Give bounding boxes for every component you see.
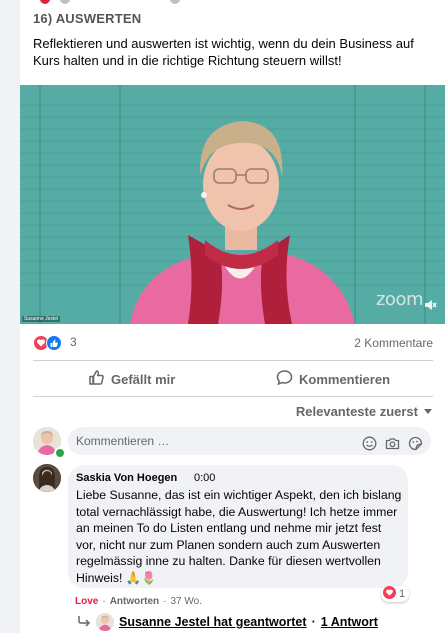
zoom-logo: zoom	[375, 289, 424, 310]
view-replies-link[interactable]: Susanne Jestel hat geantwortet · 1 Antwo…	[77, 613, 378, 631]
online-status-dot	[54, 447, 66, 459]
sort-label: Relevanteste zuerst	[295, 404, 418, 419]
video-player[interactable]: Susanne Jestel zoom	[20, 85, 445, 324]
comment-bubble-icon	[276, 369, 293, 389]
divider	[33, 396, 433, 397]
replies-summary: Susanne Jestel hat geantwortet	[119, 615, 307, 629]
sticker-icon[interactable]	[408, 433, 423, 461]
top-cut-off-shape	[60, 0, 70, 4]
comment-text: Liebe Susanne, das ist ein wichtiger Asp…	[76, 488, 402, 585]
participant-name: Susanne Jestel	[22, 316, 61, 322]
camera-icon[interactable]	[385, 433, 400, 461]
composer-tools	[362, 433, 423, 461]
thumbs-up-icon	[88, 369, 105, 389]
love-link[interactable]: Love	[75, 596, 98, 607]
comment-bubble: Saskia Von Hoegen 0:00 Liebe Susanne, da…	[68, 465, 408, 588]
like-button-label: Gefällt mir	[111, 371, 176, 387]
reactions-row: 3 2 Kommentare	[33, 333, 433, 353]
caret-down-icon	[423, 404, 433, 419]
reaction-count[interactable]: 3	[70, 335, 77, 349]
comment-input-placeholder: Kommentieren …	[76, 434, 170, 448]
comment-button-label: Kommentieren	[299, 371, 391, 387]
comment-button[interactable]: Kommentieren	[276, 368, 390, 390]
comment-video-timestamp[interactable]: 0:00	[194, 472, 215, 484]
comment-actions: Love · Antworten · 37 Wo.	[75, 596, 202, 607]
comment-input[interactable]: Kommentieren …	[68, 427, 431, 455]
post-text: Reflektieren und auswerten ist wichtig, …	[33, 36, 414, 68]
divider	[33, 360, 433, 361]
comment-age[interactable]: 37 Wo.	[170, 596, 202, 607]
section-title: 16) AUSWERTEN	[33, 11, 142, 26]
replies-separator: ·	[311, 615, 316, 629]
comment-reaction-badge[interactable]: 1	[381, 586, 410, 602]
meta-separator: ·	[102, 596, 106, 607]
emoji-icon[interactable]	[362, 433, 377, 461]
top-cut-off-shape	[170, 0, 180, 4]
love-reaction-icon	[383, 586, 396, 602]
post-card: 16) AUSWERTEN Reflektieren und auswerten…	[20, 0, 445, 633]
reply-arrow-icon	[77, 615, 91, 630]
comment-author[interactable]: Saskia Von Hoegen	[76, 472, 177, 484]
mic-muted-icon[interactable]	[423, 298, 437, 312]
comment-count[interactable]: 2 Kommentare	[354, 336, 433, 350]
reply-author-avatar	[96, 613, 114, 631]
reaction-icons[interactable]	[33, 335, 65, 351]
commenter-avatar[interactable]	[33, 464, 61, 492]
comment-sort-dropdown[interactable]: Relevanteste zuerst	[296, 404, 433, 419]
reply-link[interactable]: Antworten	[110, 596, 159, 607]
meta-separator: ·	[163, 596, 167, 607]
comment-reaction-count: 1	[399, 588, 406, 600]
top-cut-off-icon	[40, 0, 50, 4]
like-button[interactable]: Gefällt mir	[88, 368, 175, 390]
replies-count: 1 Antwort	[320, 615, 378, 629]
